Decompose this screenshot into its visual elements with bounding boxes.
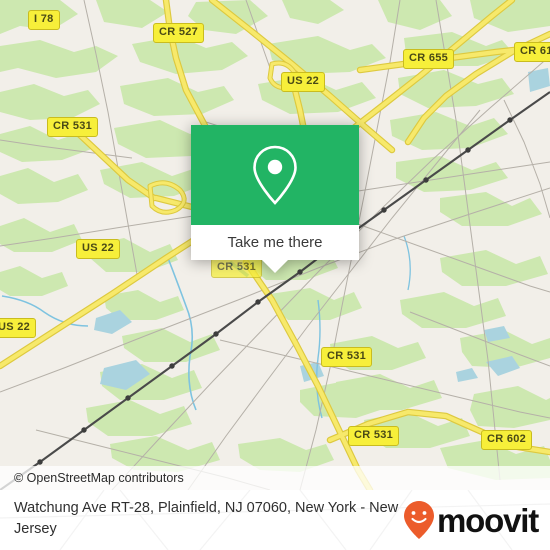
footer-bar: Watchung Ave RT-28, Plainfield, NJ 07060… — [0, 490, 550, 550]
road-shield: US 22 — [281, 72, 326, 92]
moovit-brand[interactable]: moovit — [402, 501, 539, 539]
road-shield: CR 655 — [403, 49, 455, 69]
map-canvas[interactable]: I 78 CR 527 CR 655 CR 610 US 22 CR 531 US 22 US… — [0, 0, 550, 490]
road-shield: CR 602 — [481, 430, 533, 450]
road-shield: CR 527 — [153, 23, 205, 43]
location-caption: Watchung Ave RT-28, Plainfield, NJ 07060… — [14, 500, 399, 537]
moovit-wordmark: moovit — [437, 501, 539, 539]
road-shield: CR 531 — [348, 426, 400, 446]
road-shield: CR 531 — [211, 258, 263, 278]
map-attribution-bar: © OpenStreetMap contributors — [0, 466, 550, 490]
map-screenshot: I 78 CR 527 CR 655 CR 610 US 22 CR 531 US 22 US… — [0, 0, 550, 550]
attribution-text: © OpenStreetMap contributors — [14, 471, 184, 485]
destination-popup[interactable]: Take me there — [191, 125, 359, 273]
road-shield: US 22 — [76, 239, 121, 259]
location-pin-icon — [253, 145, 297, 205]
road-shield: US 22 — [0, 318, 37, 338]
road-shield: I 78 — [28, 10, 60, 30]
popup-pointer — [262, 260, 288, 273]
moovit-smiley-pin-icon — [404, 501, 435, 539]
road-shield: CR 531 — [47, 117, 99, 137]
popup-header — [191, 125, 359, 225]
take-me-there-button[interactable]: Take me there — [191, 225, 359, 260]
road-shield: CR 610 — [514, 42, 550, 62]
road-shield: CR 531 — [321, 347, 373, 367]
take-me-there-label: Take me there — [227, 234, 323, 251]
